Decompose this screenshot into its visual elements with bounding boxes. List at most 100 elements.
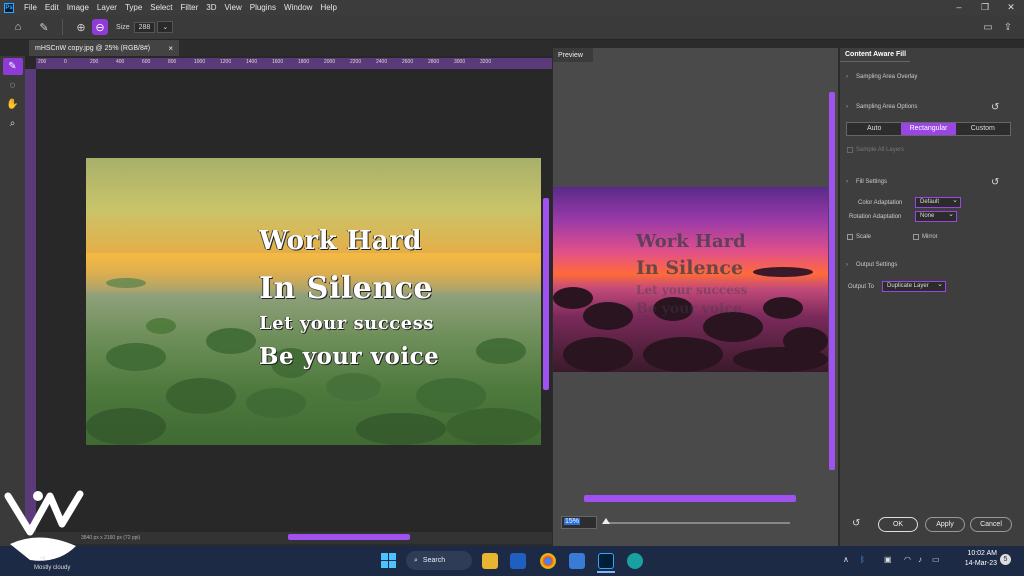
sampling-custom-option[interactable]: Custom <box>955 123 1010 135</box>
output-to-select[interactable]: Duplicate Layer <box>882 280 946 292</box>
quote-line-4: Be your voice <box>259 343 440 370</box>
document-tabs: mHSCnW copy.jpg @ 25% (RGB/8#) × <box>25 40 552 56</box>
menu-plugins[interactable]: Plugins <box>246 3 280 12</box>
active-app-indicator <box>597 571 615 573</box>
browser-icon[interactable] <box>627 553 643 569</box>
notification-badge[interactable]: 5 <box>1000 554 1011 565</box>
apply-button[interactable]: Apply <box>925 517 965 532</box>
preview-vertical-scrollbar[interactable] <box>829 92 835 470</box>
mirror-checkbox[interactable] <box>913 234 919 240</box>
tools-panel: ✎ ◌ ✋ ⌕ <box>0 56 25 546</box>
size-dropdown-icon[interactable]: ⌄ <box>157 21 174 33</box>
notepad-icon[interactable] <box>569 553 585 569</box>
sampling-auto-option[interactable]: Auto <box>847 123 902 135</box>
document-image[interactable]: Work Hard In Silence Let your success Be… <box>86 158 541 445</box>
document-tab[interactable]: mHSCnW copy.jpg @ 25% (RGB/8#) × <box>29 40 179 56</box>
ruler-tick-label: 2400 <box>376 59 388 65</box>
horizontal-ruler: 200 0 200 400 600 800 1000 1200 1400 1600 1800 2000… <box>36 58 552 69</box>
ruler-tick-label: 3200 <box>480 59 492 65</box>
minimize-icon[interactable]: – <box>946 0 972 15</box>
color-adaptation-select[interactable]: Default <box>915 196 961 208</box>
rotation-adaptation-select[interactable]: None <box>915 210 957 222</box>
sampling-area-overlay-section[interactable]: Sampling Area Overlay <box>846 74 917 80</box>
preview-quote-line-4: Be your voice <box>636 301 742 317</box>
fill-settings-section[interactable]: Fill Settings <box>846 179 887 185</box>
brush-tool-preset-icon[interactable]: ✎ <box>36 19 52 35</box>
bluetooth-icon[interactable]: ᛒ <box>860 555 865 564</box>
close-icon[interactable]: × <box>168 44 173 53</box>
taskbar-search[interactable]: ⌕ Search <box>406 551 472 570</box>
preview-horizontal-scrollbar[interactable] <box>584 495 796 502</box>
ruler-tick-label: 1200 <box>220 59 232 65</box>
preview-tab[interactable]: Preview <box>553 48 593 62</box>
file-explorer-icon[interactable] <box>482 553 498 569</box>
reset-sampling-icon[interactable]: ↺ <box>991 102 999 113</box>
scale-checkbox[interactable] <box>847 234 853 240</box>
sample-all-layers-checkbox[interactable] <box>847 147 853 153</box>
subtract-from-selection-icon[interactable]: ⊖ <box>92 19 108 35</box>
menu-image[interactable]: Image <box>63 3 93 12</box>
preview-quote-line-2: In Silence <box>636 257 744 279</box>
taskbar-clock[interactable]: 10:02 AM 14-Mar-23 <box>955 549 997 569</box>
menu-layer[interactable]: Layer <box>93 3 121 12</box>
sampling-area-options-section[interactable]: Sampling Area Options <box>846 104 917 110</box>
ok-button[interactable]: OK <box>878 517 918 532</box>
cancel-button[interactable]: Cancel <box>970 517 1012 532</box>
menu-file[interactable]: File <box>20 3 41 12</box>
menu-type[interactable]: Type <box>121 3 146 12</box>
quote-line-1: Work Hard <box>259 226 422 256</box>
zoom-tool-icon[interactable]: ⌕ <box>3 115 23 132</box>
color-adaptation-label: Color Adaptation <box>858 200 903 206</box>
camera-tray-icon[interactable]: ▣ <box>884 555 892 564</box>
menu-window[interactable]: Window <box>280 3 316 12</box>
close-window-icon[interactable]: ✕ <box>998 0 1024 15</box>
menu-filter[interactable]: Filter <box>177 3 203 12</box>
weather-condition: Mostly cloudy <box>34 565 71 571</box>
ruler-tick-label: 2200 <box>350 59 362 65</box>
menu-bar: Ps File Edit Image Layer Type Select Fil… <box>0 0 1024 15</box>
canvas-horizontal-scrollbar[interactable] <box>288 534 410 540</box>
preview-zoom-thumb[interactable] <box>602 518 610 524</box>
menu-help[interactable]: Help <box>316 3 340 12</box>
battery-icon[interactable]: ▭ <box>932 555 940 564</box>
brush-tool-icon[interactable]: ✎ <box>2 58 23 75</box>
ruler-tick-label: 3000 <box>454 59 466 65</box>
search-icon: ⌕ <box>414 556 418 564</box>
content-aware-fill-tab[interactable]: Content Aware Fill <box>840 48 910 62</box>
ruler-tick-label: 200 <box>90 59 99 65</box>
reset-fill-settings-icon[interactable]: ↺ <box>991 177 999 188</box>
weather-widget[interactable]: …°F Mostly cloudy <box>34 556 70 572</box>
share-icon[interactable]: ⇪ <box>1000 19 1016 35</box>
chrome-icon[interactable] <box>540 553 556 569</box>
output-settings-section[interactable]: Output Settings <box>846 262 897 268</box>
hand-tool-icon[interactable]: ✋ <box>3 96 23 113</box>
home-icon[interactable]: ⌂ <box>10 19 26 35</box>
preview-quote-line-1: Work Hard <box>636 231 746 252</box>
wifi-icon[interactable]: ◠ <box>904 555 911 564</box>
tray-overflow-icon[interactable]: ∧ <box>843 555 849 564</box>
menu-3d[interactable]: 3D <box>202 3 220 12</box>
add-to-selection-icon[interactable]: ⊕ <box>73 19 89 35</box>
sampling-rectangular-option[interactable]: Rectangular <box>901 123 956 135</box>
preview-zoom-input[interactable]: 15% <box>561 516 597 529</box>
canvas-vertical-scrollbar[interactable] <box>543 198 549 390</box>
ruler-tick-label: 2800 <box>428 59 440 65</box>
quote-line-3: Let your success <box>259 313 434 334</box>
clock-date: 14-Mar-23 <box>964 560 997 567</box>
photoshop-taskbar-icon[interactable] <box>598 553 614 569</box>
size-input[interactable]: 288 <box>133 21 156 33</box>
sampling-mode-segmented-control: Auto Rectangular Custom <box>846 122 1011 136</box>
lasso-tool-icon[interactable]: ◌ <box>3 77 23 94</box>
ruler-tick-label: 2600 <box>402 59 414 65</box>
maximize-icon[interactable]: ❐ <box>972 0 998 15</box>
workspace-icon[interactable]: ▭ <box>980 19 996 35</box>
mirror-label: Mirror <box>922 234 938 240</box>
preview-zoom-slider[interactable] <box>604 522 790 524</box>
reset-all-icon[interactable]: ↺ <box>852 518 860 529</box>
menu-view[interactable]: View <box>221 3 246 12</box>
windows-start-icon[interactable] <box>380 552 397 569</box>
menu-edit[interactable]: Edit <box>41 3 63 12</box>
word-icon[interactable] <box>510 553 526 569</box>
volume-icon[interactable]: ♪ <box>918 555 922 564</box>
menu-select[interactable]: Select <box>146 3 176 12</box>
